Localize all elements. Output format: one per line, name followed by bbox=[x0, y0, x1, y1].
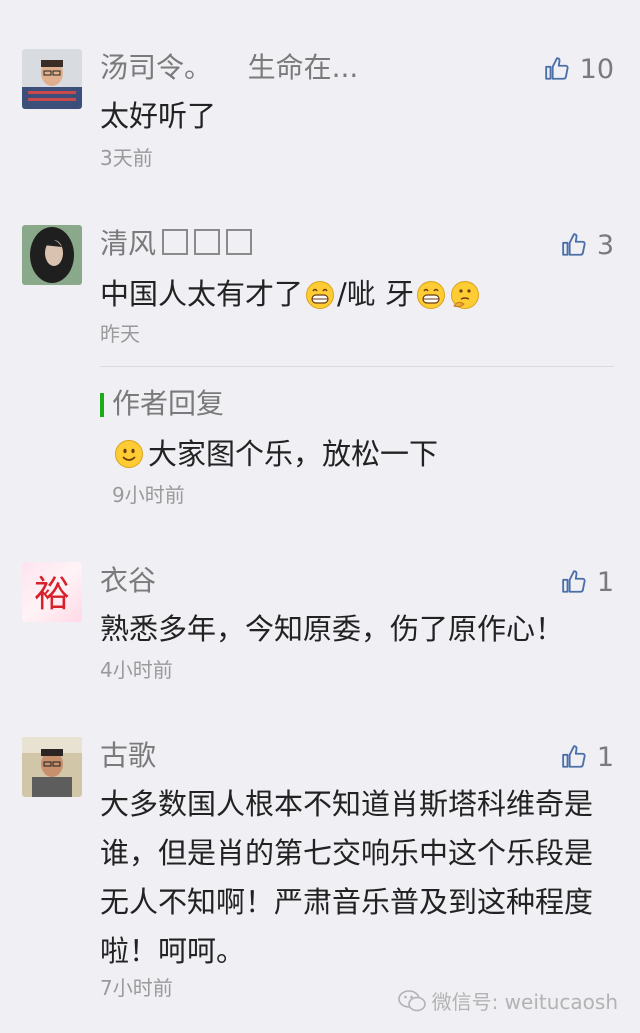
divider bbox=[100, 366, 614, 367]
content-text: /呲 牙 bbox=[337, 277, 415, 311]
comment-nickname[interactable]: 汤司令。 生命在... bbox=[100, 48, 358, 88]
like-button[interactable]: 1 bbox=[561, 737, 614, 777]
like-button[interactable]: 1 bbox=[561, 562, 614, 602]
watermark-text: 微信号: weitucaosh bbox=[431, 990, 618, 1014]
comment-nickname[interactable]: 古歌 bbox=[100, 736, 156, 776]
thinking-emoji-icon bbox=[451, 280, 480, 309]
like-count: 1 bbox=[596, 566, 614, 598]
like-button[interactable]: 10 bbox=[544, 49, 614, 89]
missing-glyph-icon bbox=[194, 229, 221, 255]
thumbs-up-icon bbox=[562, 570, 586, 593]
like-count: 1 bbox=[596, 741, 614, 773]
comment-nickname[interactable]: 清风 bbox=[100, 224, 253, 264]
thumbs-up-icon bbox=[562, 233, 586, 256]
wechat-icon bbox=[397, 989, 426, 1011]
comment-content: 大多数国人根本不知道肖斯塔科维奇是谁，但是肖的第七交响乐中这个乐段是无人不知啊！… bbox=[100, 787, 594, 968]
like-count: 10 bbox=[579, 53, 614, 85]
thumbs-up-icon bbox=[544, 57, 569, 80]
avatar-calligraphy-icon: 裕 bbox=[22, 562, 82, 622]
smile-emoji-icon bbox=[115, 440, 143, 468]
avatar[interactable] bbox=[22, 225, 82, 285]
avatar-photo-icon bbox=[22, 225, 82, 285]
nickname-text: 清风 bbox=[100, 227, 157, 260]
avatar-glyph: 裕 bbox=[34, 574, 70, 615]
grin-emoji-icon bbox=[417, 280, 446, 309]
comment-time: 4小时前 bbox=[100, 658, 173, 682]
comment-nickname[interactable]: 衣谷 bbox=[100, 561, 156, 601]
author-reply-text: 大家图个乐，放松一下 bbox=[112, 432, 438, 476]
missing-glyph-icon bbox=[162, 229, 189, 255]
comment-content: 熟悉多年，今知原委，伤了原作心！ bbox=[100, 612, 565, 646]
reply-text: 大家图个乐，放松一下 bbox=[148, 437, 439, 471]
avatar-photo-icon bbox=[22, 49, 82, 109]
author-reply-label: 作者回复 bbox=[112, 387, 225, 420]
avatar[interactable] bbox=[22, 49, 82, 109]
author-reply-marker bbox=[100, 393, 104, 417]
avatar[interactable] bbox=[22, 737, 82, 797]
content-text: 中国人太有才了 bbox=[100, 277, 304, 311]
missing-glyph-icon bbox=[226, 229, 253, 255]
like-count: 3 bbox=[596, 229, 614, 261]
like-button[interactable]: 3 bbox=[561, 225, 614, 265]
thumbs-up-icon bbox=[562, 745, 586, 768]
comment-content: 太好听了 bbox=[100, 99, 217, 133]
comment-time: 7小时前 bbox=[100, 976, 173, 1000]
avatar-photo-icon bbox=[22, 737, 82, 797]
grin-emoji-icon bbox=[306, 280, 335, 309]
author-reply-time: 9小时前 bbox=[112, 483, 185, 507]
avatar[interactable]: 裕 bbox=[22, 562, 82, 622]
comment-content: 中国人太有才了 /呲 牙 bbox=[100, 270, 600, 319]
comment-time: 昨天 bbox=[100, 322, 140, 346]
comment-time: 3天前 bbox=[100, 146, 153, 170]
watermark: 微信号: weitucaosh bbox=[397, 986, 618, 1015]
